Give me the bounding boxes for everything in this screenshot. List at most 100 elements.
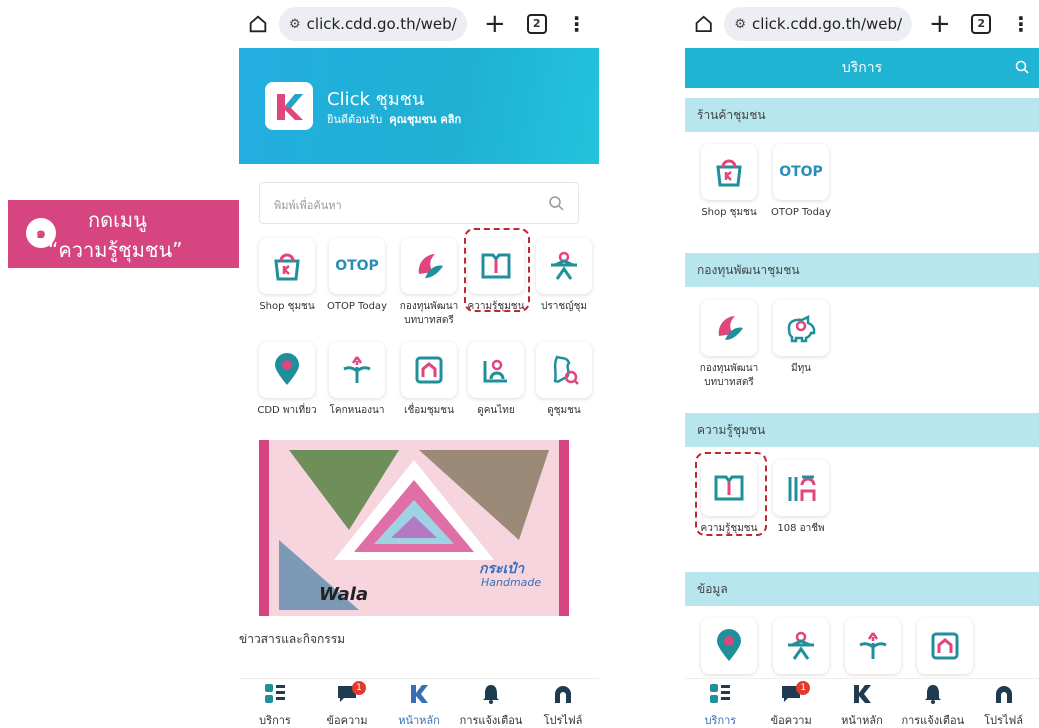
tab-switcher-button[interactable]: 2: [526, 14, 547, 34]
home-screen: ⚙ click.cdd.go.th/web/ + 2 ⋮ Click ชุมชน…: [239, 0, 599, 728]
nav-notifications[interactable]: การแจ้งเตือน: [898, 679, 968, 728]
otop-logo-icon: OTOP: [329, 238, 385, 294]
section-community-shop: ร้านค้าชุมชน: [685, 98, 1039, 132]
shop-bag-icon: [701, 144, 757, 200]
welcome-user: คุณชุมชน คลิก: [389, 113, 462, 126]
profile-icon: [555, 686, 571, 703]
menu-cdd-travel[interactable]: CDD พาเที่ยว: [257, 342, 317, 418]
grid-icon: [710, 684, 731, 703]
nav-profile[interactable]: โปรไฟล์: [528, 679, 598, 728]
nav-services[interactable]: บริการ: [685, 679, 755, 728]
nav-home[interactable]: หน้าหลัก: [827, 679, 897, 728]
menu-see-thai-people[interactable]: ดูคนไทย: [466, 342, 526, 418]
tile-label: เชื่อมชุมชน: [404, 405, 454, 416]
service-house[interactable]: [915, 618, 975, 674]
location-pin-icon: [259, 342, 315, 398]
site-settings-icon[interactable]: ⚙: [289, 17, 301, 32]
menu-shop-chumchon[interactable]: Shop ชุมชน: [257, 238, 317, 314]
tile-label: ดูคนไทย: [477, 405, 515, 416]
search-input[interactable]: พิมพ์เพื่อค้นหา: [274, 196, 342, 214]
browser-toolbar: ⚙ click.cdd.go.th/web/ + 2 ⋮: [685, 0, 1039, 48]
service-shop-chumchon[interactable]: Shop ชุมชน: [699, 144, 759, 220]
service-sage[interactable]: [771, 618, 831, 674]
tab-switcher-button[interactable]: 2: [971, 14, 991, 34]
highlight-dashed-box: [464, 228, 530, 312]
tile-label: โคกหนองนา: [329, 405, 385, 416]
promo-banner[interactable]: กระเป๋า Handmade Wala: [259, 440, 569, 616]
menu-connect-community[interactable]: เชื่อมชุมชน: [399, 342, 459, 418]
menu-sage[interactable]: ปราชญ์ชุม: [534, 238, 594, 314]
service-otop-today[interactable]: OTOP OTOP Today: [771, 144, 831, 220]
news-section-title: ข่าวสารและกิจกรรม: [239, 632, 346, 646]
women-fund-icon: [401, 238, 457, 294]
new-tab-icon[interactable]: +: [483, 9, 507, 39]
nav-messages[interactable]: 1 ข้อความ: [756, 679, 826, 728]
people-icon: [468, 342, 524, 398]
sage-person-icon: [536, 238, 592, 294]
services-screen: ⚙ click.cdd.go.th/web/ + 2 ⋮ บริการ ร้าน…: [685, 0, 1039, 728]
nav-notifications[interactable]: การแจ้งเตือน: [456, 679, 526, 728]
menu-women-fund[interactable]: กองทุนพัฒนา บทบาทสตรี: [399, 238, 459, 328]
url-text: click.cdd.go.th/web/: [306, 15, 457, 33]
address-bar[interactable]: ⚙ click.cdd.go.th/web/: [724, 7, 913, 41]
nav-services[interactable]: บริการ: [240, 679, 310, 728]
search-icon[interactable]: [548, 195, 564, 211]
new-tab-icon[interactable]: +: [928, 9, 951, 39]
home-icon[interactable]: [693, 13, 714, 35]
banner-artwork: [259, 440, 569, 616]
service-mee-tun[interactable]: มีทุน: [771, 300, 831, 376]
search-icon[interactable]: [1015, 60, 1029, 74]
tile-label: กองทุนพัฒนา บทบาทสตรี: [399, 301, 459, 326]
tile-label: OTOP Today: [327, 301, 387, 312]
service-women-fund[interactable]: กองทุนพัฒนา บทบาทสตรี: [699, 300, 759, 390]
app-title: Click ชุมชน: [327, 89, 425, 110]
location-pin-icon: [701, 618, 757, 674]
menu-see-community[interactable]: ดูชุมชน: [534, 342, 594, 418]
address-bar[interactable]: ⚙ click.cdd.go.th/web/: [279, 7, 467, 41]
site-settings-icon[interactable]: ⚙: [734, 17, 746, 32]
tile-label: Shop ชุมชน: [701, 207, 757, 218]
tile-label: กองทุนพัฒนา บทบาทสตรี: [699, 363, 759, 388]
nav-messages[interactable]: 1 ข้อความ: [312, 679, 382, 728]
hero-banner: Click ชุมชน ยินดีต้อนรับ คุณชุมชน คลิก: [239, 48, 599, 164]
house-icon: [917, 618, 973, 674]
menu-otop-today[interactable]: OTOP OTOP Today: [327, 238, 387, 314]
nav-home[interactable]: หน้าหลัก: [384, 679, 454, 728]
callout-text-line2: “ความรู้ชุมชน”: [48, 238, 183, 262]
message-count-badge: 1: [352, 681, 366, 695]
sprout-icon: [329, 342, 385, 398]
shop-bag-icon: [259, 238, 315, 294]
tile-label: ปราชญ์ชุม: [540, 301, 588, 312]
tile-label: Shop ชุมชน: [259, 301, 315, 312]
service-sprout[interactable]: [843, 618, 903, 674]
grid-icon: [265, 684, 285, 703]
banner-brand: Wala: [319, 584, 369, 605]
services-title: บริการ: [841, 60, 883, 76]
section-community-fund: กองทุนพัฒนาชุมชน: [685, 253, 1039, 287]
women-fund-icon: [701, 300, 757, 356]
service-location[interactable]: [699, 618, 759, 674]
piggy-bank-icon: [773, 300, 829, 356]
search-box[interactable]: พิมพ์เพื่อค้นหา: [259, 182, 579, 224]
nav-profile[interactable]: โปรไฟล์: [969, 679, 1039, 728]
welcome-prefix: ยินดีต้อนรับ: [327, 113, 383, 126]
tile-label: ดูชุมชน: [547, 405, 581, 416]
services-header: บริการ: [685, 48, 1039, 88]
highlight-dashed-box: [695, 452, 767, 536]
home-icon[interactable]: [247, 13, 269, 35]
browser-toolbar: ⚙ click.cdd.go.th/web/ + 2 ⋮: [239, 0, 599, 48]
menu-khok-nong-na[interactable]: โคกหนองนา: [327, 342, 387, 418]
banner-text-handmade: Handmade: [481, 576, 542, 589]
profile-icon: [995, 686, 1012, 703]
bottom-navigation: บริการ 1 ข้อความ หน้าหลัก การแจ้งเตือน โ…: [239, 678, 599, 728]
otop-logo-icon: OTOP: [773, 144, 829, 200]
service-108-careers[interactable]: 108 อาชีพ: [771, 460, 831, 536]
section-community-knowledge: ความรู้ชุมชน: [685, 413, 1039, 447]
click-chumchon-logo: [265, 82, 313, 130]
tile-label: OTOP Today: [771, 207, 831, 218]
sage-person-icon: [773, 618, 829, 674]
more-menu-icon[interactable]: ⋮: [567, 12, 587, 36]
sprout-icon: [845, 618, 901, 674]
bell-icon: [483, 685, 499, 704]
more-menu-icon[interactable]: ⋮: [1011, 12, 1031, 36]
